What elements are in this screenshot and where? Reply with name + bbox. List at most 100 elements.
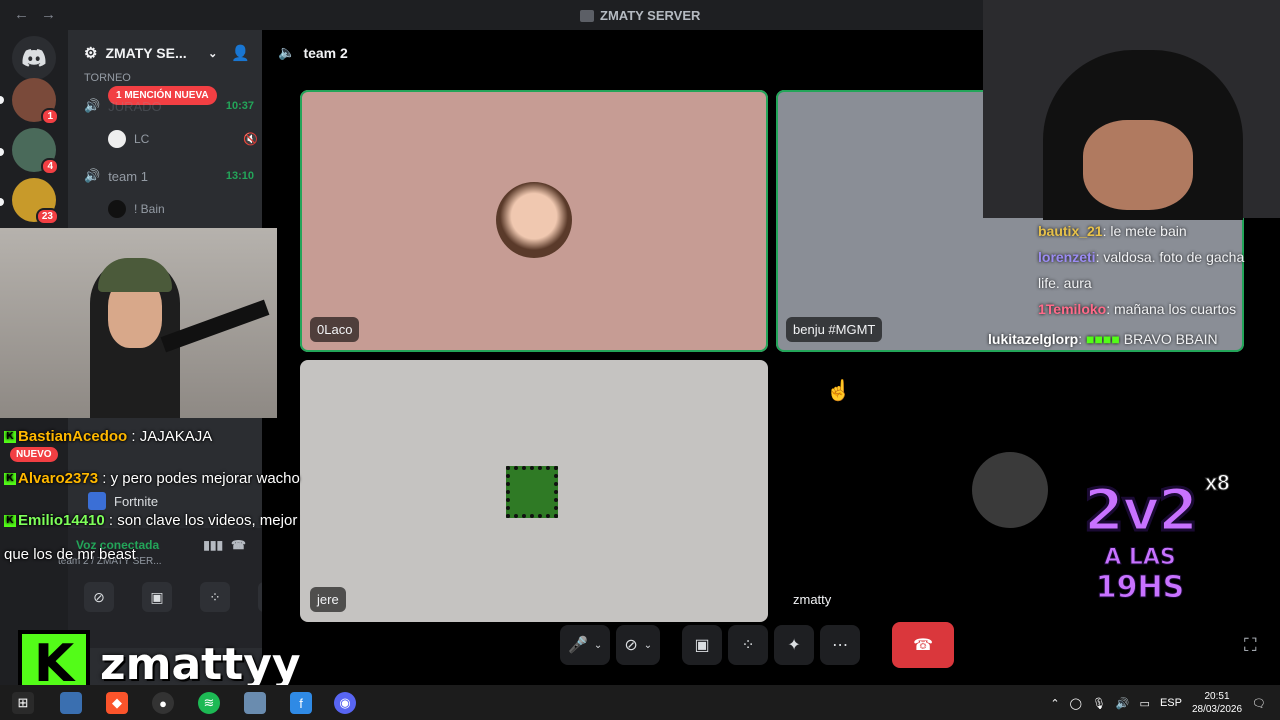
chat-text: mañana los cuartos <box>1113 301 1237 317</box>
channel-torneo[interactable]: TORNEO <box>84 72 254 84</box>
avatar <box>108 130 126 148</box>
window-title: ZMATY SERVER <box>580 8 700 23</box>
tile-name: 0Laco <box>310 317 360 342</box>
kick-badge-icon: K <box>4 431 16 444</box>
channel-team-1[interactable]: 🔊 team 1 13:10 <box>84 168 254 184</box>
discord-home-icon[interactable] <box>12 36 56 80</box>
voice-channel-icon: 🔊 <box>84 168 101 183</box>
disconnect-button[interactable]: ☎ <box>892 622 955 668</box>
webcam-face <box>1083 120 1193 210</box>
chevron-down-icon[interactable]: ⌄ <box>594 640 602 651</box>
microphone-icon[interactable]: 🎙 <box>1092 697 1106 710</box>
spotify-icon[interactable]: ≋ <box>198 692 220 714</box>
promo-line-2: A LAS <box>1104 545 1177 571</box>
voice-user-name: ! Bain <box>134 202 165 216</box>
server-icon <box>580 9 594 22</box>
promo-line-3: 19HS <box>1095 570 1185 605</box>
chat-message: bautix_21: le mete bain <box>988 218 1268 244</box>
brave-icon[interactable]: ◆ <box>106 692 128 714</box>
hangup-icon: ☎ <box>913 637 934 654</box>
clock[interactable]: 20:51 28/03/2026 <box>1192 690 1242 716</box>
activities-icon: ⁘ <box>741 637 755 654</box>
obs-icon[interactable]: ● <box>152 692 174 714</box>
call-header: 🔈 team 2 <box>278 44 348 61</box>
chat-separator: : <box>1106 301 1114 317</box>
screen-share-button[interactable]: ▣ <box>142 582 172 612</box>
chat-username: lukitazelglorp <box>988 331 1079 347</box>
server-badge: 23 <box>35 208 59 225</box>
avatar <box>496 182 572 258</box>
taskbar: ⊞ ◆ ● ≋ f ◉ ⌃ ◯ 🎙 🔊 ▭ ESP 20:51 28/03/20… <box>0 685 1280 720</box>
server-icon-3[interactable]: 23 <box>12 178 59 225</box>
chat-username: BastianAcedoo <box>18 428 128 445</box>
add-user-icon[interactable]: 👤 <box>231 44 250 62</box>
app-icon[interactable] <box>60 692 82 714</box>
monitor-icon[interactable]: ▭ <box>1140 697 1150 710</box>
new-badge: NUEVO <box>10 447 58 462</box>
tile-name: zmatty <box>786 587 839 612</box>
mute-button[interactable]: 🎤 ⌄ <box>560 625 611 665</box>
chevron-down-icon: ⌄ <box>208 47 218 60</box>
webcam-cap <box>98 258 172 292</box>
chevron-up-icon[interactable]: ⌃ <box>1050 697 1059 710</box>
server-header[interactable]: ⚙ ZMATY SE... ⌄ 👤 <box>68 30 262 76</box>
muted-icon: 🔇 <box>243 132 258 146</box>
chat-text: y pero podes mejorar wacho <box>110 470 300 487</box>
chat-message: K Emilio14410 : son clave los videos, mej… <box>4 504 304 572</box>
start-icon[interactable]: ⊞ <box>12 692 34 714</box>
chat-message: lukitazelglorp: ■■■■ BRAVO BBAIN <box>988 326 1268 352</box>
channel-jurado[interactable]: 🔊 JURADO 10:37 <box>84 98 254 114</box>
soundboard-icon: ✦ <box>787 637 801 654</box>
video-tile-jere[interactable]: jere <box>300 360 768 622</box>
discord-icon[interactable]: ◉ <box>334 692 356 714</box>
server-icon-2[interactable]: 4 <box>12 128 59 175</box>
chat-separator: : <box>104 512 118 529</box>
guest-webcam <box>983 0 1280 220</box>
app-icon[interactable] <box>244 692 266 714</box>
chevron-down-icon[interactable]: ⌄ <box>644 640 652 651</box>
channel-label: JURADO <box>108 98 162 114</box>
language-indicator[interactable]: ESP <box>1160 697 1182 709</box>
chat-message: lorenzeti: valdosa. foto de gacha life. … <box>988 244 1268 296</box>
voice-user[interactable]: ! Bain <box>108 200 258 218</box>
camera-button[interactable]: ⊘ ⌄ <box>616 625 661 665</box>
chat-username: lorenzeti <box>1038 249 1096 265</box>
network-icon[interactable]: ◯ <box>1070 697 1082 710</box>
activities-button[interactable]: ⁘ <box>728 625 769 665</box>
chat-overlay-left: K BastianAcedoo : JAJAKAJA K Alvaro2373 : … <box>4 420 304 572</box>
emote-multiplier: x8 <box>1204 470 1230 496</box>
server-name: ZMATY SE... <box>105 45 187 61</box>
history-nav: ←→ <box>14 6 68 23</box>
tile-name: jere <box>310 587 346 612</box>
chat-message: K Alvaro2373 : y pero podes mejorar wacho <box>4 462 304 496</box>
more-icon: ⋯ <box>832 637 849 654</box>
soundboard-button[interactable]: ✦ <box>774 625 815 665</box>
voice-user[interactable]: LC 🔇 <box>108 130 258 148</box>
fullscreen-icon[interactable]: ⛶ <box>1244 635 1257 656</box>
volume-icon[interactable]: 🔊 <box>1116 697 1130 710</box>
call-controls: 🎤 ⌄ ⊘ ⌄ ▣ ⁘ ✦ ⋯ ☎ <box>560 622 955 668</box>
forward-arrow-icon[interactable]: → <box>41 6 68 23</box>
voice-user-name: LC <box>134 132 150 146</box>
activities-button[interactable]: ⁘ <box>200 582 230 612</box>
emote-icon: ■■■■ <box>1086 331 1120 347</box>
camera-off-button[interactable]: ⊘ <box>84 582 114 612</box>
chat-text: BRAVO BBAIN <box>1123 331 1218 347</box>
call-channel-name: team 2 <box>303 44 348 61</box>
chat-text: JAJAKAJA <box>139 428 213 445</box>
chat-text: le mete bain <box>1110 223 1187 239</box>
server-badge: 1 <box>41 108 59 125</box>
video-tile-0laco[interactable]: 0Laco <box>300 90 768 352</box>
notification-icon[interactable]: 🗨 <box>1252 697 1266 710</box>
streamer-webcam <box>0 228 277 418</box>
server-icon-1[interactable]: 1 <box>12 78 59 125</box>
channel-label: team 1 <box>108 168 148 184</box>
camera-off-icon: ⊘ <box>624 637 638 654</box>
app-icon[interactable]: f <box>290 692 312 714</box>
back-arrow-icon[interactable]: ← <box>14 6 41 23</box>
more-button[interactable]: ⋯ <box>820 625 861 665</box>
server-badge: 4 <box>41 158 59 175</box>
unread-pill <box>0 198 4 206</box>
share-screen-button[interactable]: ▣ <box>682 625 723 665</box>
chat-message: 1Temiloko: mañana los cuartos <box>988 296 1268 322</box>
